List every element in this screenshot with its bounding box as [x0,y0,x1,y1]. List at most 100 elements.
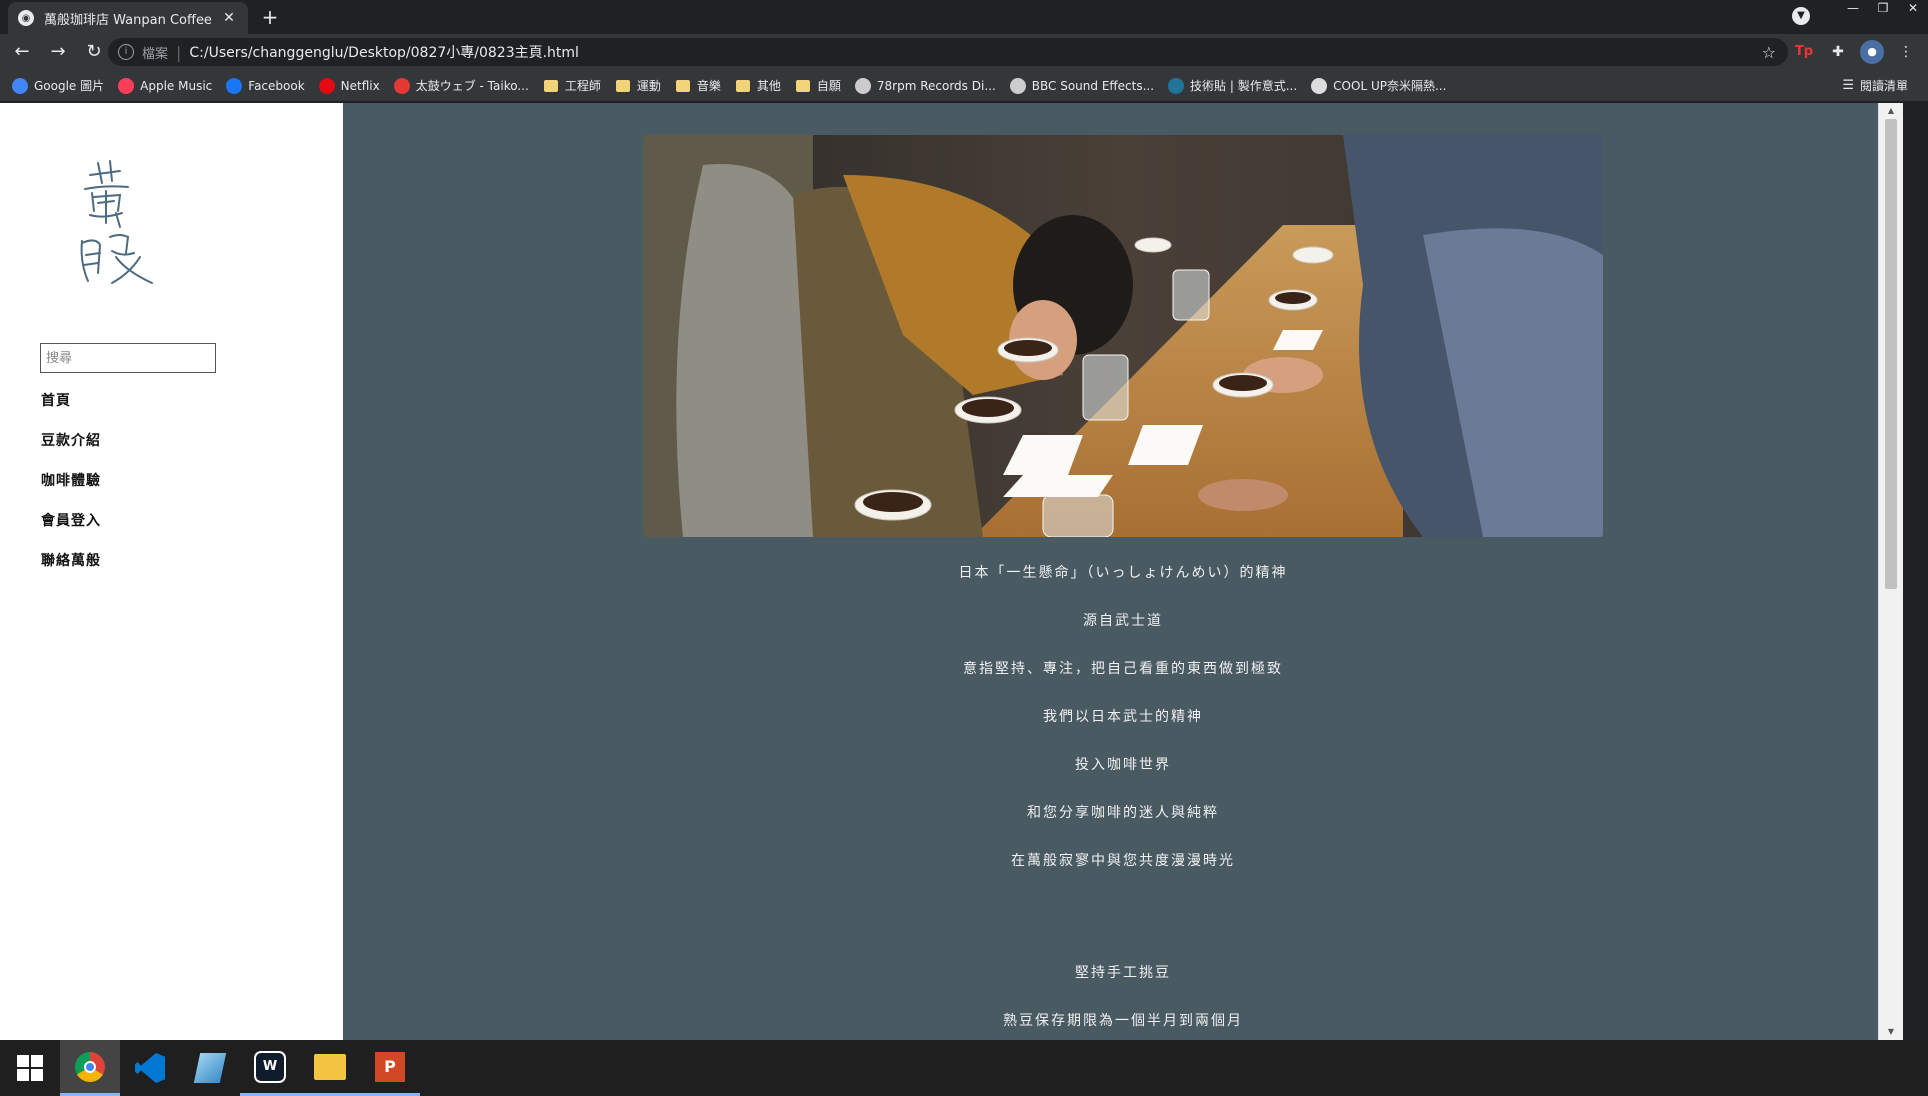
scroll-up-arrow-icon[interactable]: ▲ [1879,103,1903,119]
bookmark-item[interactable]: 自願 [795,77,841,94]
bookmark-star-icon[interactable]: ☆ [1762,43,1776,62]
intro-line: 和您分享咖啡的迷人與純粹 [1027,805,1219,821]
folder-icon [795,78,811,94]
folder-icon [615,78,631,94]
bookmark-item[interactable]: Google 圖片 [12,77,104,94]
wanpan-logo [80,160,153,284]
netflix-icon [318,77,335,94]
wordpress-icon [1168,77,1185,94]
download-icon[interactable]: ▼ [1792,7,1810,25]
bookmark-item[interactable]: BBC Sound Effects... [1009,77,1155,94]
taiko-icon [393,77,410,94]
nav-member-login[interactable]: 會員登入 [41,511,101,551]
bookmark-item[interactable]: COOL UP奈米隔熱... [1311,77,1446,94]
bookmark-label: Netflix [340,78,380,93]
windows-taskbar: W P [0,1040,1928,1096]
info-icon[interactable]: i [118,44,134,60]
nav-contact[interactable]: 聯絡萬般 [41,551,101,591]
tab-title: 萬般珈琲店 Wanpan Coffee [44,12,212,28]
tp-extension-icon[interactable]: Tp [1792,40,1816,64]
taskbar-webex[interactable]: W [240,1040,300,1096]
nav-home[interactable]: 首頁 [41,391,101,431]
restore-button[interactable]: ❐ [1868,0,1898,18]
bookmark-label: 自願 [816,79,841,93]
nav-coffee-experience[interactable]: 咖啡體驗 [41,471,101,511]
bookmark-label: BBC Sound Effects... [1031,78,1155,93]
new-tab-button[interactable]: + [258,6,282,30]
bookmark-label: 其他 [756,79,781,93]
close-window-button[interactable]: ✕ [1898,0,1928,18]
bbc-icon [1009,77,1026,94]
forward-arrow-icon[interactable]: → [44,38,72,66]
coolup-icon [1311,77,1328,94]
webex-icon: W [254,1050,286,1083]
bookmark-item[interactable]: 工程師 [543,77,601,94]
url-text[interactable]: C:/Users/changgenglu/Desktop/0827小專/0823… [189,42,579,62]
reading-list-button[interactable]: ☰ 閱讀清單 [1842,77,1908,94]
menu-kebab-icon[interactable]: ⋮ [1894,40,1918,64]
bookmark-item[interactable]: 音樂 [675,77,721,94]
windows-logo-icon [17,1055,43,1081]
bookmark-item[interactable]: Netflix [318,77,380,94]
extension-area: Tp ✚ ● ⋮ [1792,40,1918,64]
reading-list-icon: ☰ [1842,78,1854,93]
scrollbar-thumb[interactable] [1885,119,1897,589]
main-content: 日本「一生懸命」（いっしょけんめい）的精神 源自武士道 意指堅持、專注，把自己看… [343,103,1903,1040]
apple-music-icon [118,77,135,94]
tab-close-button[interactable]: ✕ [220,10,238,26]
taskbar-chrome[interactable] [60,1040,120,1096]
bookmark-item[interactable]: Apple Music [118,77,213,94]
bookmarks-bar: Google 圖片 Apple Music Facebook Netflix 太鼓ウェブ… [0,70,1928,102]
bookmark-item[interactable]: 技術貼 | 製作意式... [1168,77,1297,94]
bookmark-label: Apple Music [140,78,213,93]
bookmark-label: 運動 [636,79,661,93]
puzzle-extensions-icon[interactable]: ✚ [1826,40,1850,64]
intro-spacer [343,899,1903,963]
intro-line: 我們以日本武士的精神 [1043,709,1203,725]
sidebar: 首頁 豆款介紹 咖啡體驗 會員登入 聯絡萬般 [0,103,343,1040]
vertical-scrollbar[interactable]: ▲ ▼ [1878,103,1903,1040]
taskbar-powerpoint[interactable]: P [360,1040,420,1096]
intro-line: 意指堅持、專注，把自己看重的東西做到極致 [963,661,1283,677]
scroll-down-arrow-icon[interactable]: ▼ [1879,1024,1903,1040]
bookmark-label: 太鼓ウェブ - Taiko... [415,79,529,93]
intro-line: 在萬般寂寥中與您共度漫漫時光 [1011,853,1235,869]
folder-icon [735,78,751,94]
bookmark-label: 工程師 [564,79,601,93]
records-icon [854,77,871,94]
bookmark-label: Facebook [248,78,305,93]
web-page: 首頁 豆款介紹 咖啡體驗 會員登入 聯絡萬般 [0,103,1928,1040]
intro-line: 日本「一生懸命」（いっしょけんめい）的精神 [958,565,1288,581]
intro-line: 熟豆保存期限為一個半月到兩個月 [1003,1013,1243,1029]
bookmark-label: COOL UP奈米隔熱... [1333,79,1447,93]
start-button[interactable] [0,1040,60,1096]
hero-image-coffee-cupping [643,135,1603,537]
browser-tab[interactable]: ◉ 萬般珈琲店 Wanpan Coffee ✕ [8,2,248,34]
notes-app-icon [193,1053,227,1083]
folder-icon [675,78,691,94]
browser-toolbar: ← → ↻ i 檔案 | C:/Users/changgenglu/Deskto… [0,34,1928,70]
intro-line: 堅持手工挑豆 [1075,965,1171,981]
bookmark-item[interactable]: 78rpm Records Di... [854,77,996,94]
reload-icon[interactable]: ↻ [80,38,108,66]
address-bar[interactable]: i 檔案 | C:/Users/changgenglu/Desktop/0827… [108,38,1788,66]
taskbar-vscode[interactable] [120,1040,180,1096]
profile-avatar-icon[interactable]: ● [1860,40,1884,64]
minimize-button[interactable]: — [1838,0,1868,18]
search-input[interactable] [40,343,216,373]
bookmark-label: 音樂 [696,79,721,93]
taskbar-file-explorer[interactable] [300,1040,360,1096]
globe-icon: ◉ [18,10,34,26]
bookmark-item[interactable]: 其他 [735,77,781,94]
bookmark-item[interactable]: Facebook [226,77,305,94]
google-icon [12,77,28,94]
back-arrow-icon[interactable]: ← [8,38,36,66]
taskbar-notes-app[interactable] [180,1040,240,1096]
bookmark-item[interactable]: 運動 [615,77,661,94]
nav-beans[interactable]: 豆款介紹 [41,431,101,471]
facebook-icon [226,77,243,94]
folder-icon [543,78,559,94]
intro-line: 投入咖啡世界 [1075,757,1171,773]
intro-text: 日本「一生懸命」（いっしょけんめい）的精神 源自武士道 意指堅持、專注，把自己看… [343,563,1903,1040]
bookmark-item[interactable]: 太鼓ウェブ - Taiko... [393,77,529,94]
